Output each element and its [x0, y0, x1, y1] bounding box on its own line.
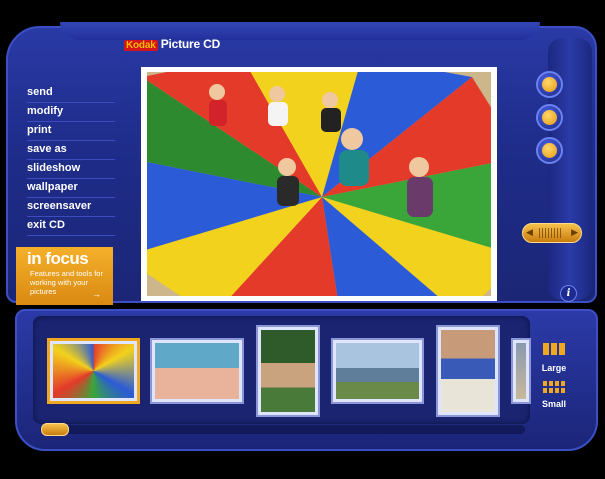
rotate-icon: [542, 143, 557, 158]
menu-item-send[interactable]: send: [27, 84, 115, 103]
small-size-button[interactable]: Small: [539, 399, 569, 409]
thumbnail-4[interactable]: [331, 338, 424, 404]
arrow-left-icon[interactable]: ◀: [526, 227, 533, 238]
in-focus-title: in focus: [27, 249, 89, 268]
thumbnail-image: [516, 343, 526, 399]
main-menu: send modify print save as slideshow wall…: [27, 84, 115, 236]
menu-item-exit-cd[interactable]: exit CD: [27, 217, 115, 236]
large-thumbnails-icon[interactable]: [543, 343, 565, 357]
slider-grip[interactable]: [539, 228, 563, 238]
menu-item-wallpaper[interactable]: wallpaper: [27, 179, 115, 198]
photo-navigation-slider[interactable]: ◀ ▶: [522, 223, 582, 243]
zoom-in-button[interactable]: [536, 71, 563, 98]
photo-viewer: [141, 67, 497, 301]
zoom-out-button[interactable]: [536, 104, 563, 131]
parachute-photo: [147, 72, 491, 296]
filmstrip-scroll-track[interactable]: [40, 425, 525, 434]
arrow-right-icon[interactable]: →: [92, 289, 101, 299]
thumbnail-1[interactable]: [47, 338, 140, 404]
thumbnail-image: [441, 330, 495, 412]
menu-item-modify[interactable]: modify: [27, 103, 115, 122]
thumbnail-2[interactable]: [150, 338, 244, 404]
thumbnail-image: [261, 330, 315, 412]
large-size-button[interactable]: Large: [539, 363, 569, 373]
in-focus-panel[interactable]: in focus Features and tools for working …: [16, 247, 113, 305]
thumbnail-image: [336, 343, 419, 399]
menu-item-screensaver[interactable]: screensaver: [27, 198, 115, 217]
menu-item-save-as[interactable]: save as: [27, 141, 115, 160]
thumbnail-3[interactable]: [256, 325, 320, 417]
main-photo: [147, 72, 491, 296]
menu-item-print[interactable]: print: [27, 122, 115, 141]
thumbnail-image: [155, 343, 239, 399]
rotate-button[interactable]: [536, 137, 563, 164]
info-button[interactable]: i: [560, 285, 577, 302]
small-thumbnails-icon[interactable]: [543, 381, 565, 395]
kodak-picture-cd-logo: Kodak Picture CD: [124, 37, 221, 51]
thumbnail-image: [53, 344, 134, 398]
magnifier-plus-icon: [542, 77, 557, 92]
thumbnail-5[interactable]: [436, 325, 500, 417]
magnifier-minus-icon: [542, 110, 557, 125]
menu-item-slideshow[interactable]: slideshow: [27, 160, 115, 179]
thumbnail-6-partial[interactable]: [511, 338, 531, 404]
filmstrip-scroll-thumb[interactable]: [41, 423, 69, 436]
arrow-right-icon[interactable]: ▶: [571, 227, 578, 238]
